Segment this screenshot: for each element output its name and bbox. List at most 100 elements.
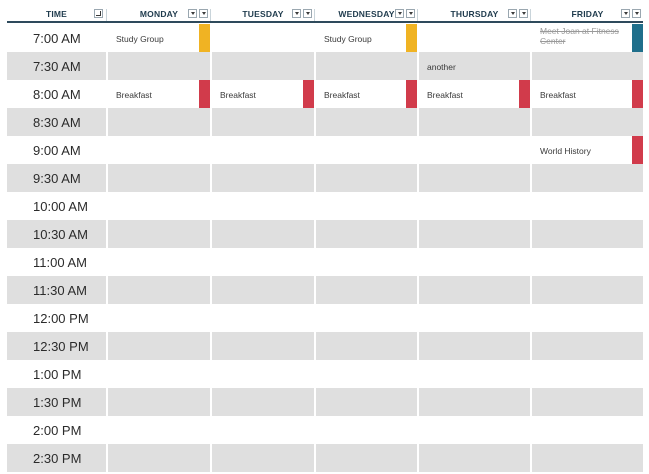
schedule-cell[interactable] <box>419 276 530 304</box>
schedule-cell[interactable] <box>419 248 530 276</box>
schedule-cell[interactable] <box>532 248 643 276</box>
schedule-cell[interactable]: Meet Joan at Fitness Center <box>532 24 643 52</box>
schedule-cell[interactable] <box>212 248 314 276</box>
event-label: Study Group <box>116 34 164 44</box>
schedule-cell[interactable] <box>532 332 643 360</box>
schedule-cell[interactable] <box>419 444 530 472</box>
schedule-cell[interactable] <box>212 276 314 304</box>
schedule-cell[interactable] <box>212 136 314 164</box>
schedule-cell[interactable]: Study Group <box>316 24 417 52</box>
schedule-cell[interactable] <box>316 192 417 220</box>
schedule-cell[interactable] <box>212 220 314 248</box>
filter-dropdown-icon[interactable] <box>292 9 301 18</box>
schedule-cell[interactable] <box>532 276 643 304</box>
schedule-cell[interactable] <box>316 164 417 192</box>
schedule-cell[interactable] <box>419 108 530 136</box>
schedule-cell[interactable] <box>212 388 314 416</box>
schedule-cell[interactable] <box>108 248 210 276</box>
schedule-cell[interactable] <box>212 304 314 332</box>
sort-dropdown-icon[interactable] <box>406 9 415 18</box>
schedule-cell[interactable] <box>316 52 417 80</box>
schedule-cell[interactable] <box>419 388 530 416</box>
schedule-cell[interactable]: World History <box>532 136 643 164</box>
schedule-cell[interactable]: Study Group <box>108 24 210 52</box>
filter-dropdown-icon[interactable] <box>395 9 404 18</box>
schedule-cell[interactable] <box>108 360 210 388</box>
schedule-cell[interactable] <box>532 164 643 192</box>
schedule-cell[interactable] <box>316 220 417 248</box>
schedule-cell[interactable] <box>532 360 643 388</box>
filter-dropdown-icon[interactable] <box>621 9 630 18</box>
time-slot-label: 1:00 PM <box>7 360 106 388</box>
schedule-cell[interactable] <box>212 164 314 192</box>
sort-dropdown-icon[interactable] <box>632 9 641 18</box>
schedule-cell[interactable] <box>108 192 210 220</box>
schedule-cell[interactable] <box>212 360 314 388</box>
schedule-cell[interactable] <box>419 416 530 444</box>
schedule-cell[interactable] <box>108 276 210 304</box>
schedule-cell[interactable] <box>419 164 530 192</box>
schedule-cell[interactable] <box>419 304 530 332</box>
header-divider <box>530 9 531 21</box>
schedule-cell[interactable] <box>212 444 314 472</box>
schedule-cell[interactable]: Breakfast <box>532 80 643 108</box>
schedule-cell[interactable] <box>108 388 210 416</box>
schedule-cell[interactable] <box>316 276 417 304</box>
schedule-cell[interactable] <box>532 192 643 220</box>
schedule-cell[interactable] <box>108 136 210 164</box>
schedule-cell[interactable] <box>532 108 643 136</box>
schedule-cell[interactable]: Breakfast <box>419 80 530 108</box>
schedule-cell[interactable] <box>532 388 643 416</box>
schedule-cell[interactable] <box>212 192 314 220</box>
schedule-cell[interactable] <box>212 52 314 80</box>
schedule-cell[interactable] <box>532 304 643 332</box>
schedule-cell[interactable] <box>419 24 530 52</box>
event-color-marker <box>199 80 210 108</box>
sort-dropdown-icon[interactable] <box>519 9 528 18</box>
schedule-cell[interactable] <box>532 52 643 80</box>
schedule-cell[interactable] <box>419 220 530 248</box>
schedule-cell[interactable] <box>532 444 643 472</box>
schedule-cell[interactable] <box>108 304 210 332</box>
schedule-cell[interactable] <box>316 416 417 444</box>
schedule-cell[interactable] <box>316 136 417 164</box>
sort-dropdown-icon[interactable] <box>303 9 312 18</box>
schedule-cell[interactable] <box>212 24 314 52</box>
schedule-cell[interactable]: Breakfast <box>316 80 417 108</box>
schedule-cell[interactable] <box>212 416 314 444</box>
schedule-cell[interactable] <box>108 52 210 80</box>
schedule-cell[interactable] <box>108 416 210 444</box>
schedule-cell[interactable] <box>108 164 210 192</box>
chevron-down-icon <box>305 12 310 15</box>
schedule-cell[interactable]: another <box>419 52 530 80</box>
schedule-cell[interactable] <box>532 220 643 248</box>
time-slot-label: 2:00 PM <box>7 416 106 444</box>
event-label: World History <box>540 146 591 156</box>
schedule-cell[interactable] <box>108 444 210 472</box>
schedule-cell[interactable] <box>108 220 210 248</box>
schedule-cell[interactable] <box>419 136 530 164</box>
schedule-cell[interactable] <box>108 108 210 136</box>
schedule-cell[interactable] <box>419 332 530 360</box>
sort-dropdown-icon[interactable] <box>199 9 208 18</box>
filter-dropdown-icon[interactable] <box>508 9 517 18</box>
sort-icon[interactable] <box>94 9 103 18</box>
schedule-cell[interactable] <box>212 332 314 360</box>
filter-dropdown-icon[interactable] <box>188 9 197 18</box>
schedule-cell[interactable] <box>316 388 417 416</box>
schedule-cell[interactable] <box>316 360 417 388</box>
schedule-cell[interactable] <box>316 248 417 276</box>
schedule-cell[interactable] <box>532 416 643 444</box>
schedule-cell[interactable] <box>316 444 417 472</box>
schedule-cell[interactable] <box>316 108 417 136</box>
schedule-cell[interactable] <box>212 108 314 136</box>
schedule-cell[interactable] <box>316 304 417 332</box>
schedule-cell[interactable]: Breakfast <box>108 80 210 108</box>
chevron-down-icon <box>634 12 639 15</box>
schedule-cell[interactable]: Breakfast <box>212 80 314 108</box>
schedule-cell[interactable] <box>419 360 530 388</box>
schedule-cell[interactable] <box>108 332 210 360</box>
header-time[interactable]: TIME <box>7 7 106 21</box>
schedule-cell[interactable] <box>316 332 417 360</box>
schedule-cell[interactable] <box>419 192 530 220</box>
